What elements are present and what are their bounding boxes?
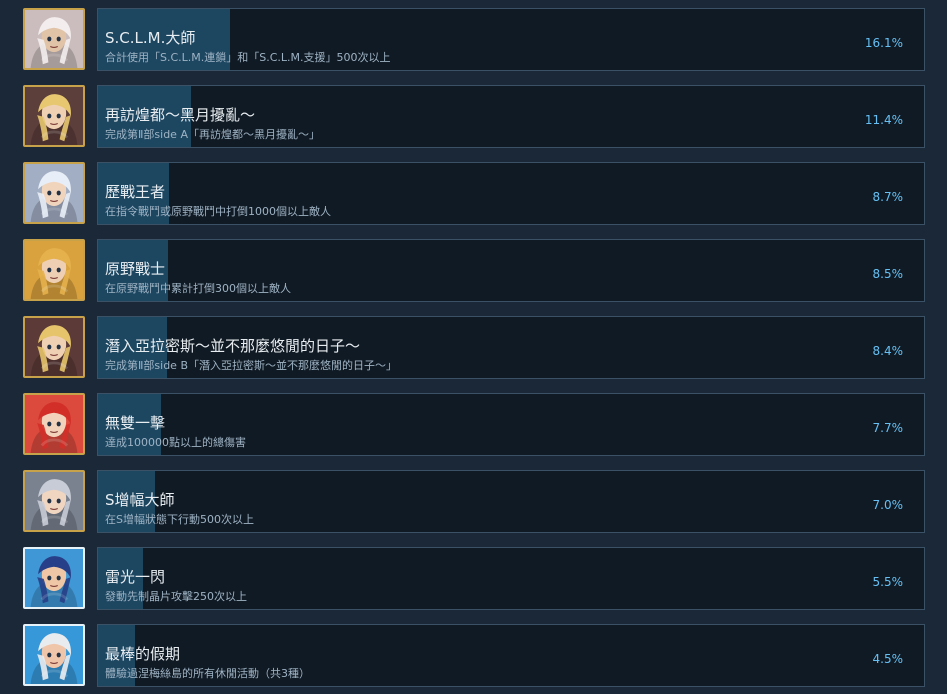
achievement-percent: 7.0%: [872, 498, 904, 512]
achievement-percent: 16.1%: [864, 36, 903, 50]
avatar-art: [25, 395, 83, 453]
revisit-capital-icon: [23, 85, 85, 147]
achievement-description: 發動先制晶片攻擊250次以上: [105, 590, 247, 603]
achievement-description: 在原野戰鬥中累計打倒300個以上敵人: [105, 282, 291, 295]
avatar-art: [25, 549, 83, 607]
avatar-art: [25, 164, 83, 222]
achievement-panel: 原野戰士 在原野戰鬥中累計打倒300個以上敵人 8.5%: [97, 239, 925, 302]
achievement-panel: 再訪煌都～黑月擾亂～ 完成第Ⅱ部side A「再訪煌都～黑月擾亂～」 11.4%: [97, 85, 925, 148]
achievement-row[interactable]: 歷戰王者 在指令戰鬥或原野戰鬥中打倒1000個以上敵人 8.7%: [0, 162, 947, 228]
achievement-panel: S.C.L.M.大師 合計使用「S.C.L.M.連鎖」和「S.C.L.M.支援」…: [97, 8, 925, 71]
achievement-title: 無雙一擊: [105, 414, 166, 432]
achievement-title: 再訪煌都～黑月擾亂～: [105, 106, 256, 124]
achievement-percent: 11.4%: [864, 113, 903, 127]
achievement-panel: 歷戰王者 在指令戰鬥或原野戰鬥中打倒1000個以上敵人 8.7%: [97, 162, 925, 225]
achievement-panel: 潛入亞拉密斯～並不那麼悠閒的日子～ 完成第Ⅱ部side B「潛入亞拉密斯～並不那…: [97, 316, 925, 379]
achievement-title: S.C.L.M.大師: [105, 29, 196, 47]
sclm-master-icon: [23, 8, 85, 70]
achievement-description: 體驗過涅梅絲島的所有休閒活動（共3種）: [105, 667, 310, 680]
best-vacation-icon: [23, 624, 85, 686]
achievement-panel: 無雙一擊 達成100000點以上的總傷害 7.7%: [97, 393, 925, 456]
avatar-art: [25, 626, 83, 684]
achievement-row[interactable]: 原野戰士 在原野戰鬥中累計打倒300個以上敵人 8.5%: [0, 239, 947, 305]
s-boost-master-icon: [23, 470, 85, 532]
achievement-description: 在S增幅狀態下行動500次以上: [105, 513, 254, 526]
achievement-row[interactable]: 再訪煌都～黑月擾亂～ 完成第Ⅱ部side A「再訪煌都～黑月擾亂～」 11.4%: [0, 85, 947, 151]
achievement-row[interactable]: 潛入亞拉密斯～並不那麼悠閒的日子～ 完成第Ⅱ部side B「潛入亞拉密斯～並不那…: [0, 316, 947, 382]
battle-king-icon: [23, 162, 85, 224]
achievement-description: 在指令戰鬥或原野戰鬥中打倒1000個以上敵人: [105, 205, 331, 218]
achievement-description: 合計使用「S.C.L.M.連鎖」和「S.C.L.M.支援」500次以上: [105, 51, 391, 64]
achievement-percent: 5.5%: [872, 575, 904, 589]
achievement-row[interactable]: 最棒的假期 體驗過涅梅絲島的所有休閒活動（共3種） 4.5%: [0, 624, 947, 690]
field-warrior-icon: [23, 239, 85, 301]
lightning-flash-icon: [23, 547, 85, 609]
achievement-percent: 4.5%: [872, 652, 904, 666]
achievement-row[interactable]: S.C.L.M.大師 合計使用「S.C.L.M.連鎖」和「S.C.L.M.支援」…: [0, 8, 947, 74]
achievement-list: S.C.L.M.大師 合計使用「S.C.L.M.連鎖」和「S.C.L.M.支援」…: [0, 0, 947, 694]
avatar-art: [25, 10, 83, 68]
achievement-title: 原野戰士: [105, 260, 166, 278]
achievement-percent: 8.7%: [872, 190, 904, 204]
achievement-description: 完成第Ⅱ部side A「再訪煌都～黑月擾亂～」: [105, 128, 320, 141]
achievement-title: 最棒的假期: [105, 645, 181, 663]
achievement-percent: 8.5%: [872, 267, 904, 281]
achievement-title: 雷光一閃: [105, 568, 166, 586]
peerless-strike-icon: [23, 393, 85, 455]
achievement-panel: S增幅大師 在S增幅狀態下行動500次以上 7.0%: [97, 470, 925, 533]
achievement-description: 完成第Ⅱ部side B「潛入亞拉密斯～並不那麼悠閒的日子～」: [105, 359, 397, 372]
achievement-title: S增幅大師: [105, 491, 175, 509]
achievement-row[interactable]: 雷光一閃 發動先制晶片攻擊250次以上 5.5%: [0, 547, 947, 613]
avatar-art: [25, 87, 83, 145]
achievement-panel: 雷光一閃 發動先制晶片攻擊250次以上 5.5%: [97, 547, 925, 610]
achievement-row[interactable]: S增幅大師 在S增幅狀態下行動500次以上 7.0%: [0, 470, 947, 536]
achievement-percent: 7.7%: [872, 421, 904, 435]
achievement-description: 達成100000點以上的總傷害: [105, 436, 246, 449]
achievement-percent: 8.4%: [872, 344, 904, 358]
avatar-art: [25, 241, 83, 299]
achievement-row[interactable]: 無雙一擊 達成100000點以上的總傷害 7.7%: [0, 393, 947, 459]
achievement-title: 歷戰王者: [105, 183, 166, 201]
achievement-title: 潛入亞拉密斯～並不那麼悠閒的日子～: [105, 337, 361, 355]
avatar-art: [25, 472, 83, 530]
infiltrate-aramis-icon: [23, 316, 85, 378]
achievement-panel: 最棒的假期 體驗過涅梅絲島的所有休閒活動（共3種） 4.5%: [97, 624, 925, 687]
avatar-art: [25, 318, 83, 376]
